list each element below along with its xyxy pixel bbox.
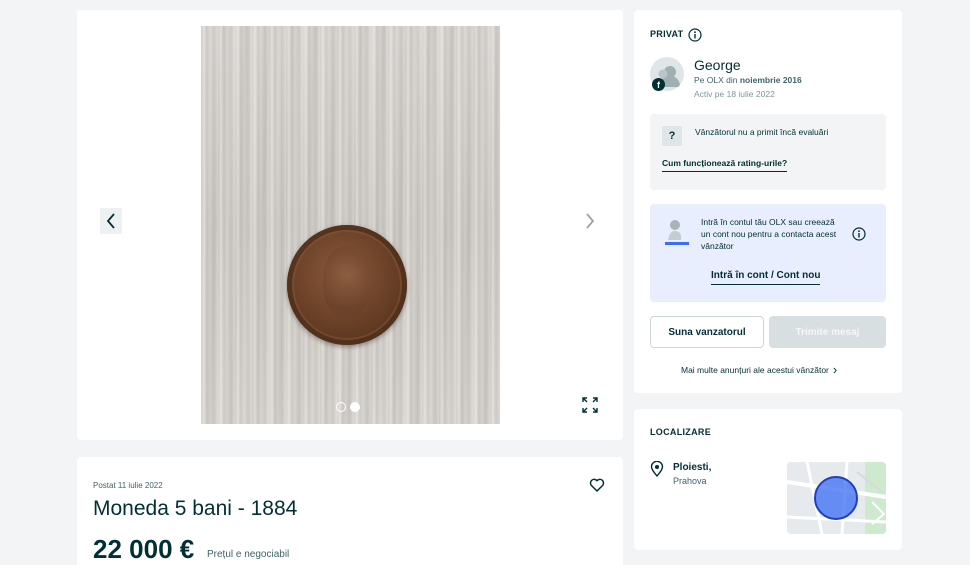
posted-date: Postat 11 iulie 2022 (93, 481, 163, 490)
slide-indicator (336, 402, 360, 412)
slide-dot[interactable] (336, 402, 346, 412)
send-message-button[interactable]: Trimite mesaj (769, 316, 886, 348)
seller-type: PRIVAT (650, 29, 684, 39)
more-ads-link[interactable]: Mai multe anunțuri ale acestui vânzător … (681, 362, 837, 377)
seller-since-date: noiembrie 2016 (739, 75, 802, 85)
heart-icon[interactable] (589, 477, 605, 493)
location-title: LOCALIZARE (650, 427, 711, 437)
location-card: LOCALIZARE Ploiesti, Prahova (634, 409, 902, 550)
ad-title: Moneda 5 bani - 1884 (93, 497, 298, 520)
rating-text: Vânzătorul nu a primit încă evaluări (695, 127, 829, 137)
info-icon[interactable] (688, 28, 702, 42)
call-seller-button[interactable]: Suna vanzatorul (650, 316, 764, 348)
price: 22 000 € (93, 534, 195, 564)
ad-details-card: Postat 11 iulie 2022 Moneda 5 bani - 188… (77, 457, 623, 565)
seller-since: Pe OLX din noiembrie 2016 (694, 75, 802, 85)
rating-box: ? Vânzătorul nu a primit încă evaluări C… (650, 114, 886, 190)
question-icon: ? (662, 126, 682, 146)
facebook-icon: f (652, 78, 665, 91)
rating-info-link[interactable]: Cum funcționează rating-urile? (662, 158, 788, 172)
seller-card: PRIVAT f George Pe OLX din noiembrie 201… (634, 10, 902, 393)
seller-last-active: Activ pe 18 iulie 2022 (694, 89, 775, 99)
chevron-left-icon[interactable] (100, 208, 122, 234)
info-icon[interactable] (852, 227, 866, 241)
chevron-right-icon: › (832, 362, 838, 377)
user-illustration-icon (664, 218, 690, 248)
seller-since-prefix: Pe OLX din (694, 75, 740, 85)
negotiable-label: Prețul e negociabil (207, 549, 290, 560)
image-gallery (77, 10, 623, 440)
login-prompt: Intră în contul tău OLX sau creează un c… (650, 204, 886, 302)
region-name: Prahova (673, 476, 707, 486)
ad-photo[interactable] (201, 26, 500, 424)
login-text: Intră în contul tău OLX sau creează un c… (701, 217, 837, 251)
login-link[interactable]: Intră în cont / Cont nou (711, 270, 821, 285)
coin-image (287, 225, 407, 345)
expand-icon[interactable] (582, 397, 598, 413)
seller-name[interactable]: George (694, 57, 741, 73)
location-map[interactable] (787, 462, 886, 534)
map-pin-icon (650, 460, 664, 478)
slide-dot-active[interactable] (350, 402, 360, 412)
city-name: Ploiesti, (673, 462, 712, 473)
chevron-right-icon[interactable] (579, 208, 601, 234)
more-ads-label: Mai multe anunțuri ale acestui vânzător (681, 364, 829, 375)
